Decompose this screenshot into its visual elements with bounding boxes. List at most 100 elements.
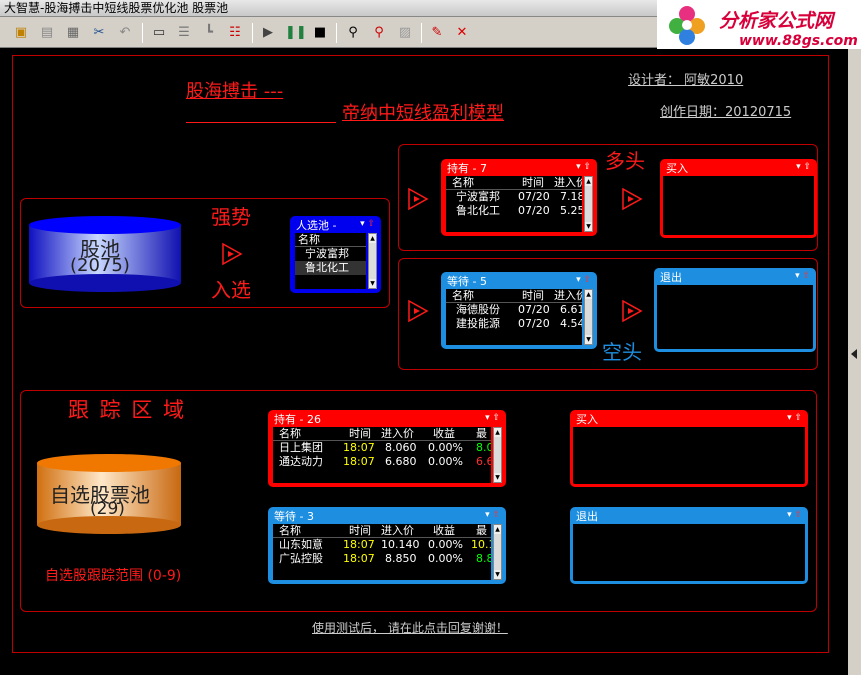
buy-panel[interactable]: 买入 ▾ ⇧	[660, 159, 817, 238]
stock-price: 7.18	[560, 190, 582, 203]
stock-name: 宁波富邦	[305, 247, 349, 260]
find-replace-icon[interactable]: ⚲	[370, 24, 388, 42]
close-icon[interactable]: ✕	[453, 24, 471, 42]
created-date-label: 创作日期：20120715	[660, 105, 792, 120]
edit-icon[interactable]: ✎	[428, 24, 446, 42]
scrollbar[interactable]: ▲ ▼	[493, 427, 502, 483]
tracking-wait-panel[interactable]: 等待 - 3 ▾ ⇧ 名称 时间 进入价 收益 最 山东如意 18:07 10.140 0.0…	[268, 507, 506, 584]
site-logo: 分析家公式网 www.88gs.com	[657, 0, 861, 54]
stock-time: 18:07	[343, 552, 375, 565]
align-left-icon[interactable]: ☰	[175, 24, 193, 42]
panel-menu-icon[interactable]: ▾ ⇧	[576, 162, 591, 172]
table-row[interactable]: 鲁北化工 07/20 5.25	[446, 204, 582, 218]
tracking-range-label: 自选股跟踪范围 (0-9)	[45, 568, 182, 584]
wait-panel[interactable]: 等待 - 5 ▾ ⇧ 名称 时间 进入价 海德股份 07/20 6.61 建投能源 07/…	[441, 272, 597, 349]
panel-menu-icon[interactable]: ▾ ⇧	[795, 271, 810, 281]
wait-panel-title: 等待 - 5	[447, 275, 487, 288]
long-arrow-icon	[408, 187, 429, 211]
list-item[interactable]: 鲁北化工	[295, 261, 366, 275]
table-row[interactable]: 建投能源 07/20 4.54	[446, 317, 582, 331]
new-folder-icon[interactable]: ▣	[12, 24, 30, 42]
tracking-exit-panel[interactable]: 退出 ▾ ⇧	[570, 507, 808, 584]
tracking-title: 跟 踪 区 域	[68, 398, 187, 422]
table-row[interactable]: 海德股份 07/20 6.61	[446, 303, 582, 317]
designer-label: 设计者： 阿敏2010	[628, 73, 744, 88]
strong-label: 强势	[211, 205, 251, 229]
hold-panel-title: 持有 - 7	[447, 162, 487, 175]
report-icon[interactable]: ▨	[396, 24, 414, 42]
panel-menu-icon[interactable]: ▾ ⇧	[485, 413, 500, 423]
list-item[interactable]: 宁波富邦	[295, 247, 366, 261]
undo-icon[interactable]: ↶	[116, 24, 134, 42]
cut-icon[interactable]: ✂	[90, 24, 108, 42]
short-label: 空头	[602, 340, 642, 364]
col-name: 名称	[452, 289, 474, 302]
exit-arrow-icon	[622, 299, 643, 323]
stock-gain: 0.00%	[428, 441, 463, 454]
stock-name: 宁波富邦	[456, 190, 500, 203]
play-icon[interactable]: ▶	[259, 24, 277, 42]
scrollbar[interactable]: ▲ ▼	[584, 289, 593, 345]
watchlist-count: (29)	[90, 499, 125, 519]
pause-icon[interactable]: ❚❚	[285, 24, 307, 42]
panel-menu-icon[interactable]: ▾ ⇧	[576, 275, 591, 285]
enter-label: 入选	[211, 278, 251, 302]
collapse-arrow-icon[interactable]	[851, 349, 857, 359]
col-price: 进入价	[554, 176, 582, 189]
enter-arrow-icon	[222, 242, 243, 266]
panel-menu-icon[interactable]: ▾ ⇧	[787, 413, 802, 423]
stock-name: 海德股份	[456, 303, 500, 316]
scrollbar[interactable]: ▲ ▼	[493, 524, 502, 580]
table-row[interactable]: 日上集团 18:07 8.060 0.00% 8.0	[273, 441, 491, 455]
scrollbar[interactable]: ▲ ▼	[368, 233, 377, 289]
selected-col-name: 名称	[295, 233, 366, 247]
stock-price: 10.140	[381, 538, 420, 551]
select-box-icon[interactable]: ▭	[150, 24, 168, 42]
col-gain: 收益	[433, 524, 455, 537]
buy-panel-title: 买入	[663, 162, 814, 176]
tracking-exit-title: 退出	[573, 510, 805, 524]
stop-icon[interactable]: ■	[311, 24, 329, 42]
scrollbar[interactable]: ▲ ▼	[584, 176, 593, 232]
table-row[interactable]: 宁波富邦 07/20 7.18	[446, 190, 582, 204]
logo-name: 分析家公式网	[719, 10, 834, 32]
pool-count: (2075)	[70, 255, 130, 276]
table-row[interactable]: 通达动力 18:07 6.680 0.00% 6.6	[273, 455, 491, 469]
search-icon[interactable]: ⚲	[344, 24, 362, 42]
col-max: 最	[476, 427, 487, 440]
stock-max: 8.0	[476, 441, 491, 454]
panel-menu-icon[interactable]: ▾ ⇧	[360, 219, 375, 229]
hold-panel[interactable]: 持有 - 7 ▾ ⇧ 名称 时间 进入价 宁波富邦 07/20 7.18 鲁北化工 07/…	[441, 159, 597, 236]
panel-menu-icon[interactable]: ▾ ⇧	[787, 510, 802, 520]
tracking-buy-panel[interactable]: 买入 ▾ ⇧	[570, 410, 808, 487]
panel-menu-icon[interactable]: ▾ ⇧	[796, 162, 811, 172]
stock-gain: 0.00%	[428, 538, 463, 551]
stock-gain: 0.00%	[428, 552, 463, 565]
col-name: 名称	[279, 524, 301, 537]
stock-price: 8.060	[385, 441, 417, 454]
stock-time: 07/20	[518, 204, 550, 217]
stock-max: 8.8	[476, 552, 491, 565]
exit-panel[interactable]: 退出 ▾ ⇧	[654, 268, 816, 352]
side-collapse-strip[interactable]	[848, 49, 861, 675]
table-row[interactable]: 广弘控股 18:07 8.850 0.00% 8.8	[273, 552, 491, 566]
stock-price: 8.850	[385, 552, 417, 565]
stock-gain: 0.00%	[428, 455, 463, 468]
tracking-hold-panel[interactable]: 持有 - 26 ▾ ⇧ 名称 时间 进入价 收益 最 日上集团 18:07 8.060 0.0…	[268, 410, 506, 487]
open-icon[interactable]: ▤	[38, 24, 56, 42]
long-label: 多头	[605, 149, 645, 173]
save-icon[interactable]: ▦	[64, 24, 82, 42]
table-row[interactable]: 山东如意 18:07 10.140 0.00% 10.1	[273, 538, 491, 552]
stock-name: 山东如意	[279, 538, 323, 551]
stock-time: 07/20	[518, 190, 550, 203]
align-tree-icon[interactable]: ┗	[200, 24, 218, 42]
reply-link[interactable]: 使用测试后， 请在此点击回复谢谢！	[312, 619, 508, 636]
tracking-wait-title: 等待 - 3	[274, 510, 314, 523]
col-price: 进入价	[381, 524, 414, 537]
stock-time: 18:07	[343, 441, 375, 454]
selected-pool-panel[interactable]: 人选池 - ▾ ⇧ 名称 宁波富邦 鲁北化工 ▲ ▼	[290, 216, 381, 293]
layer-icon[interactable]: ☷	[226, 24, 244, 42]
stock-max: 10.1	[471, 538, 491, 551]
panel-menu-icon[interactable]: ▾ ⇧	[485, 510, 500, 520]
col-time: 时间	[349, 427, 371, 440]
